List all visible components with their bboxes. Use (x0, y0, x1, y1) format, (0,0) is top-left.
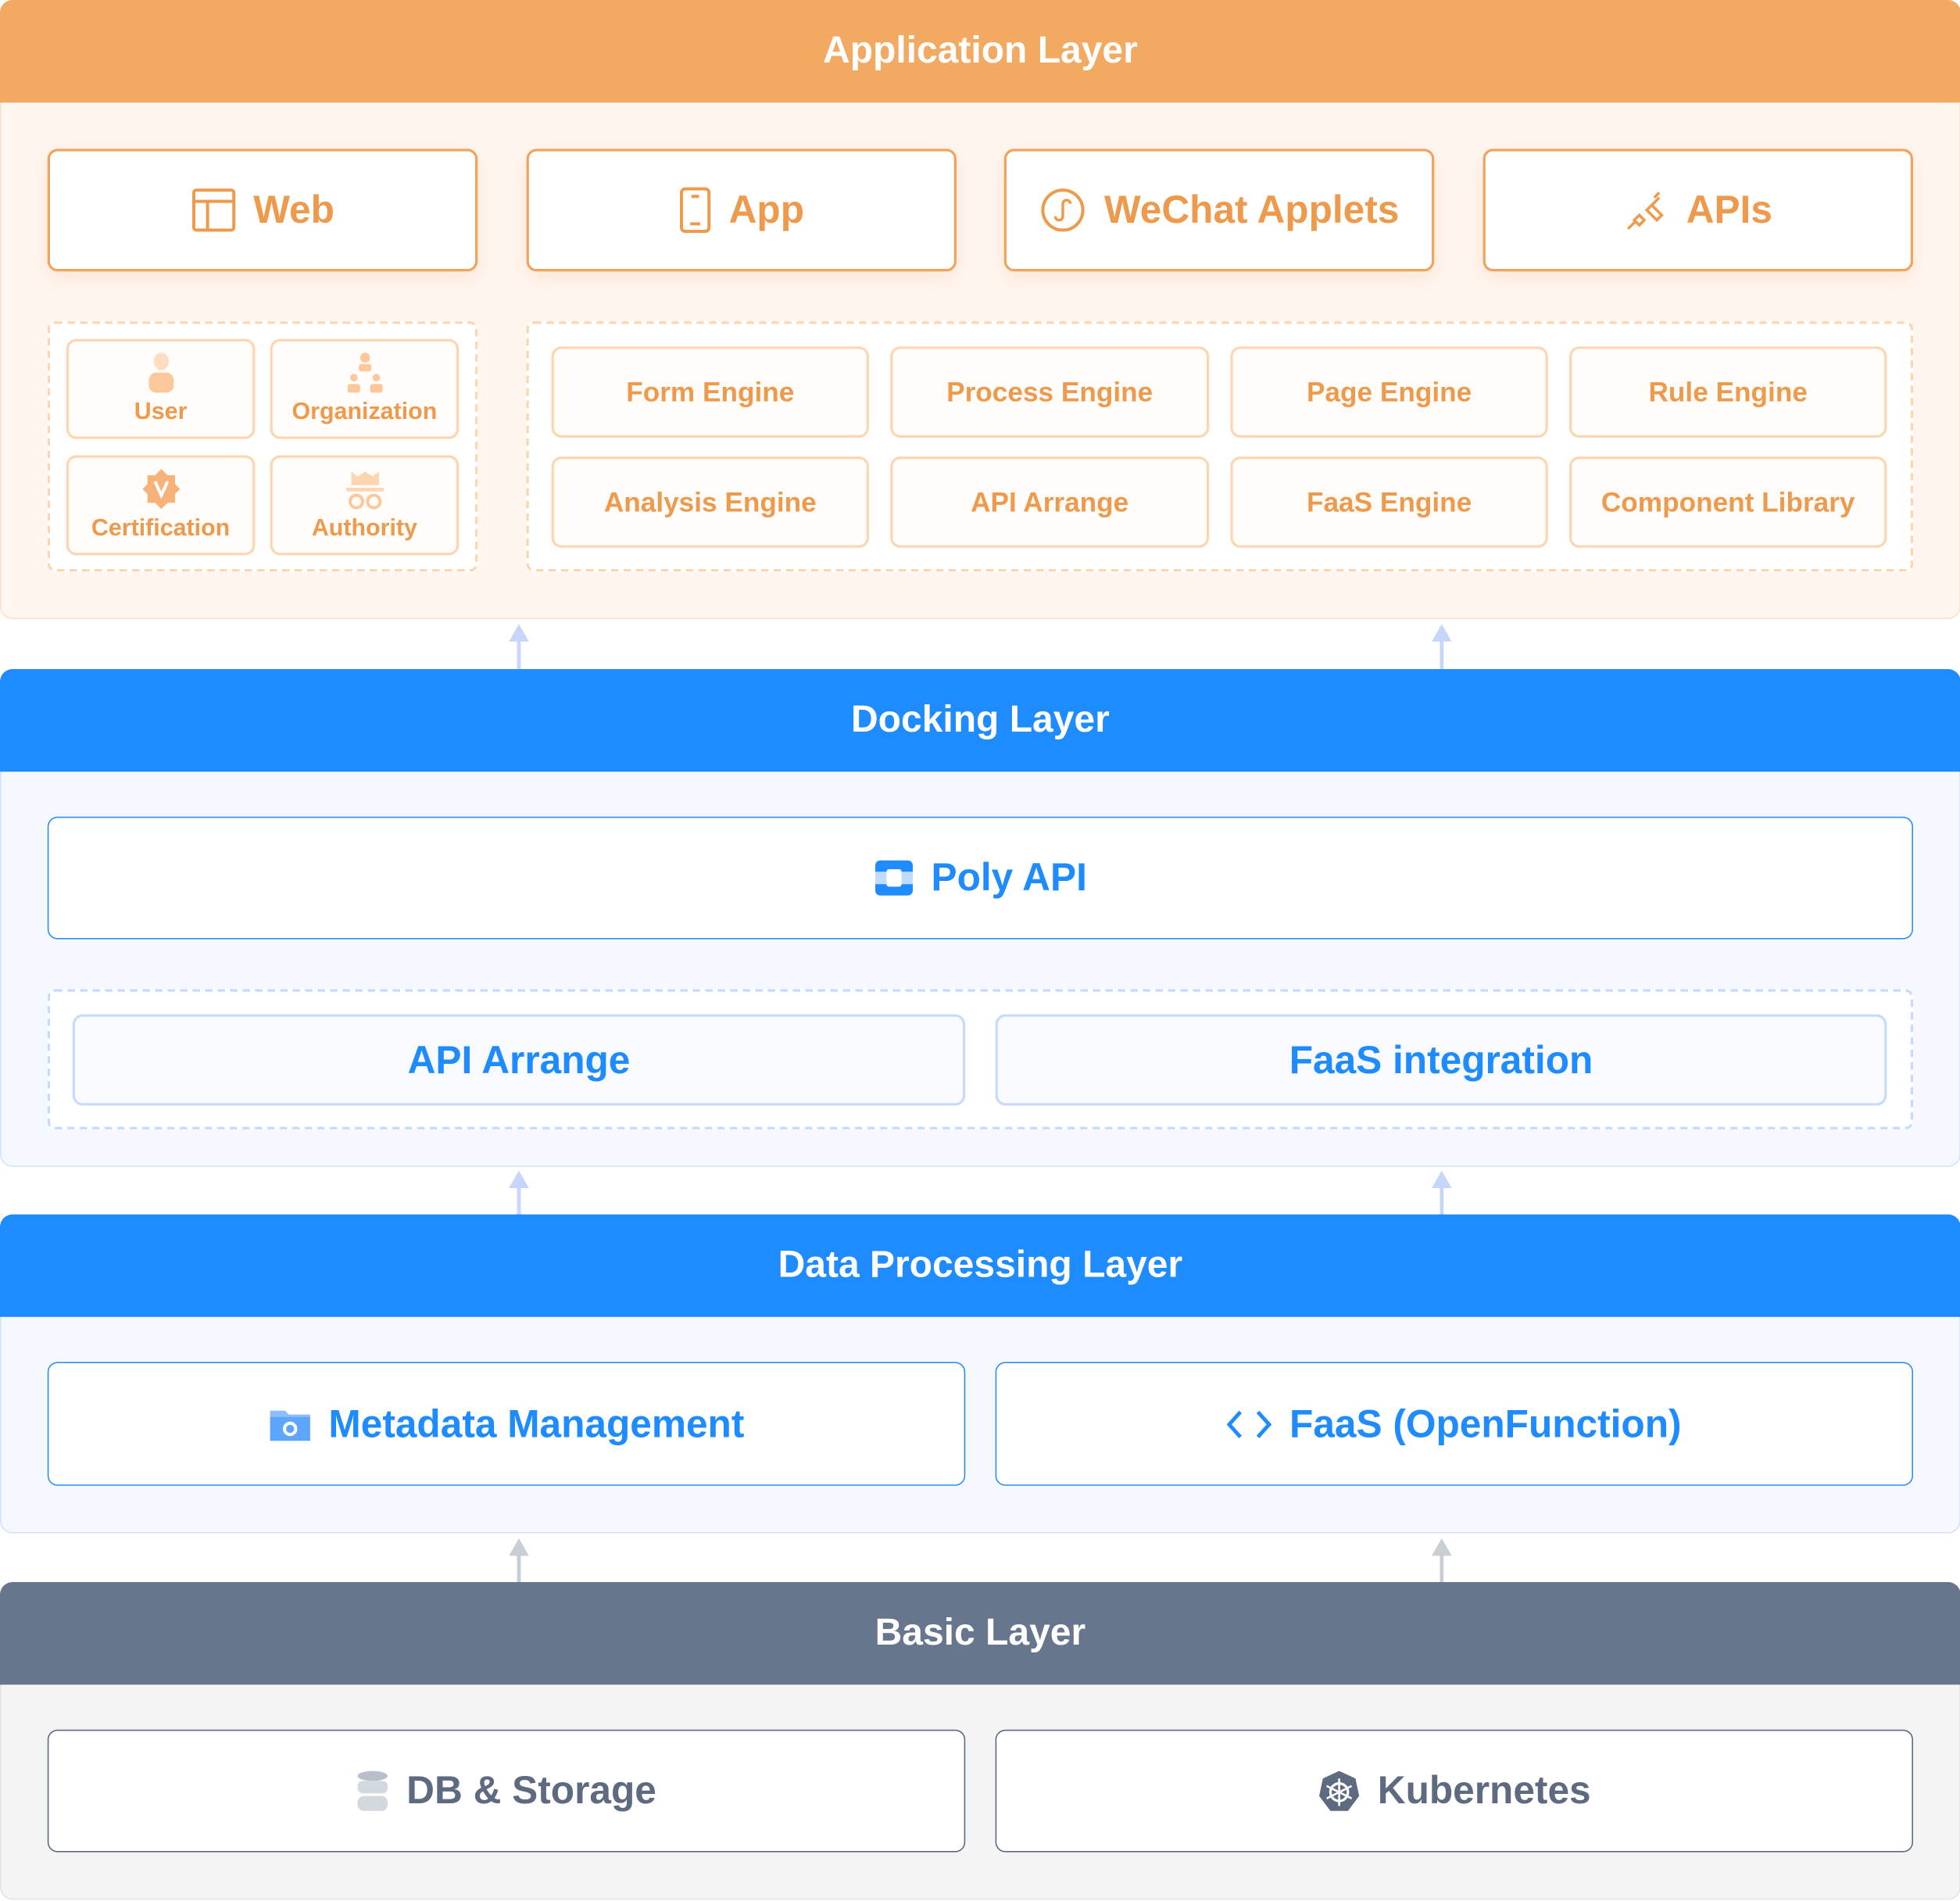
kubernetes[interactable]: Kubernetes (995, 1729, 1913, 1853)
folder-gear-icon (270, 1410, 310, 1441)
db-storage[interactable]: DB & Storage (47, 1729, 966, 1853)
engine-analysis[interactable]: Analysis Engine (551, 456, 869, 548)
kubernetes-label: Kubernetes (1377, 1768, 1591, 1813)
plug-icon (1626, 192, 1664, 231)
arrow-up-icon (1432, 624, 1452, 669)
access-label: Authority (311, 515, 417, 542)
data-processing-layer-header: Data Processing Layer (0, 1214, 1960, 1317)
mini-program-icon (1041, 188, 1085, 232)
arrow-up-icon (509, 1170, 529, 1216)
arrow-up-icon (1432, 1538, 1452, 1584)
client-web[interactable]: Web (47, 149, 478, 272)
engine-page[interactable]: Page Engine (1230, 346, 1548, 438)
badge-icon (141, 469, 180, 510)
client-wechat-applets[interactable]: WeChat Applets (1003, 149, 1435, 272)
client-apis[interactable]: APIs (1483, 149, 1913, 272)
poly-api-label: Poly API (931, 855, 1087, 900)
poly-api[interactable]: Poly API (47, 816, 1913, 940)
metadata-label: Metadata Management (328, 1401, 745, 1445)
docking-layer-header: Docking Layer (0, 669, 1960, 772)
faas-label: FaaS (OpenFunction) (1289, 1401, 1682, 1445)
client-label: Web (253, 188, 334, 231)
engine-process[interactable]: Process Engine (890, 346, 1210, 438)
api-block-icon (874, 860, 913, 896)
mobile-icon (679, 187, 710, 234)
arrow-up-icon (1432, 1170, 1452, 1216)
docking-faas-integration[interactable]: FaaS integration (995, 1014, 1887, 1106)
arrow-up-icon (509, 624, 529, 669)
incognito-icon (345, 471, 384, 510)
basic-layer-header: Basic Layer (0, 1582, 1960, 1685)
engine-faas[interactable]: FaaS Engine (1230, 456, 1548, 548)
access-label: User (134, 399, 188, 425)
access-user[interactable]: User (66, 338, 256, 439)
access-certification[interactable]: Certification (66, 455, 256, 556)
engine-form[interactable]: Form Engine (551, 346, 869, 438)
access-label: Certification (91, 515, 231, 542)
client-label: APIs (1686, 188, 1772, 231)
layout-icon (191, 188, 235, 232)
docking-api-arrange[interactable]: API Arrange (72, 1014, 966, 1106)
application-layer-header: Application Layer (0, 0, 1960, 103)
engine-rule[interactable]: Rule Engine (1569, 346, 1887, 438)
access-label: Organization (291, 399, 438, 425)
client-label: App (728, 188, 804, 231)
database-icon (357, 1770, 388, 1811)
code-icon (1227, 1409, 1272, 1438)
engine-component-library[interactable]: Component Library (1569, 456, 1887, 548)
access-authority[interactable]: Authority (270, 455, 460, 556)
engine-api-arrange[interactable]: API Arrange (890, 456, 1210, 548)
client-label: WeChat Applets (1103, 188, 1400, 231)
org-chart-icon (347, 353, 382, 393)
client-app[interactable]: App (526, 149, 957, 272)
db-label: DB & Storage (406, 1768, 656, 1813)
access-organization[interactable]: Organization (270, 338, 460, 439)
kubernetes-icon (1318, 1770, 1359, 1811)
metadata-management[interactable]: Metadata Management (47, 1362, 966, 1486)
arrow-up-icon (509, 1538, 529, 1584)
user-icon (148, 353, 173, 393)
faas-openfunction[interactable]: FaaS (OpenFunction) (995, 1362, 1913, 1486)
